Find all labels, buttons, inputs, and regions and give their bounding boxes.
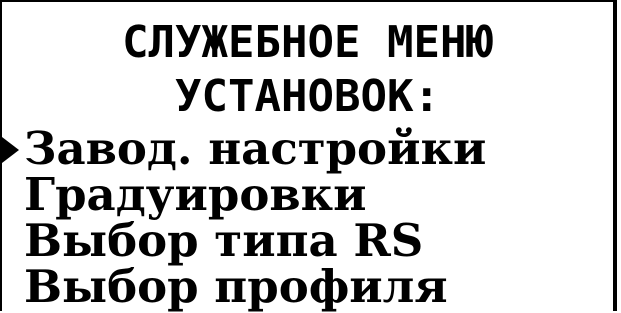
menu-title-line-2: УСТАНОВОК: (175, 71, 440, 122)
service-menu-list: Завод. настройки Градуировки Выбор типа … (2, 126, 613, 310)
menu-item-rs-type[interactable]: Выбор типа RS (2, 218, 613, 264)
selection-arrow-icon (2, 137, 19, 163)
menu-title-line-1: СЛУЖЕБНОЕ МЕНЮ (122, 17, 493, 68)
menu-item-label: Выбор профиля (24, 260, 448, 313)
lcd-screen: СЛУЖЕБНОЕ МЕНЮ УСТАНОВОК: Завод. настрой… (0, 0, 617, 311)
menu-item-factory-settings[interactable]: Завод. настройки (2, 126, 613, 172)
menu-item-profile[interactable]: Выбор профиля (2, 264, 613, 310)
menu-item-calibrations[interactable]: Градуировки (2, 172, 613, 218)
